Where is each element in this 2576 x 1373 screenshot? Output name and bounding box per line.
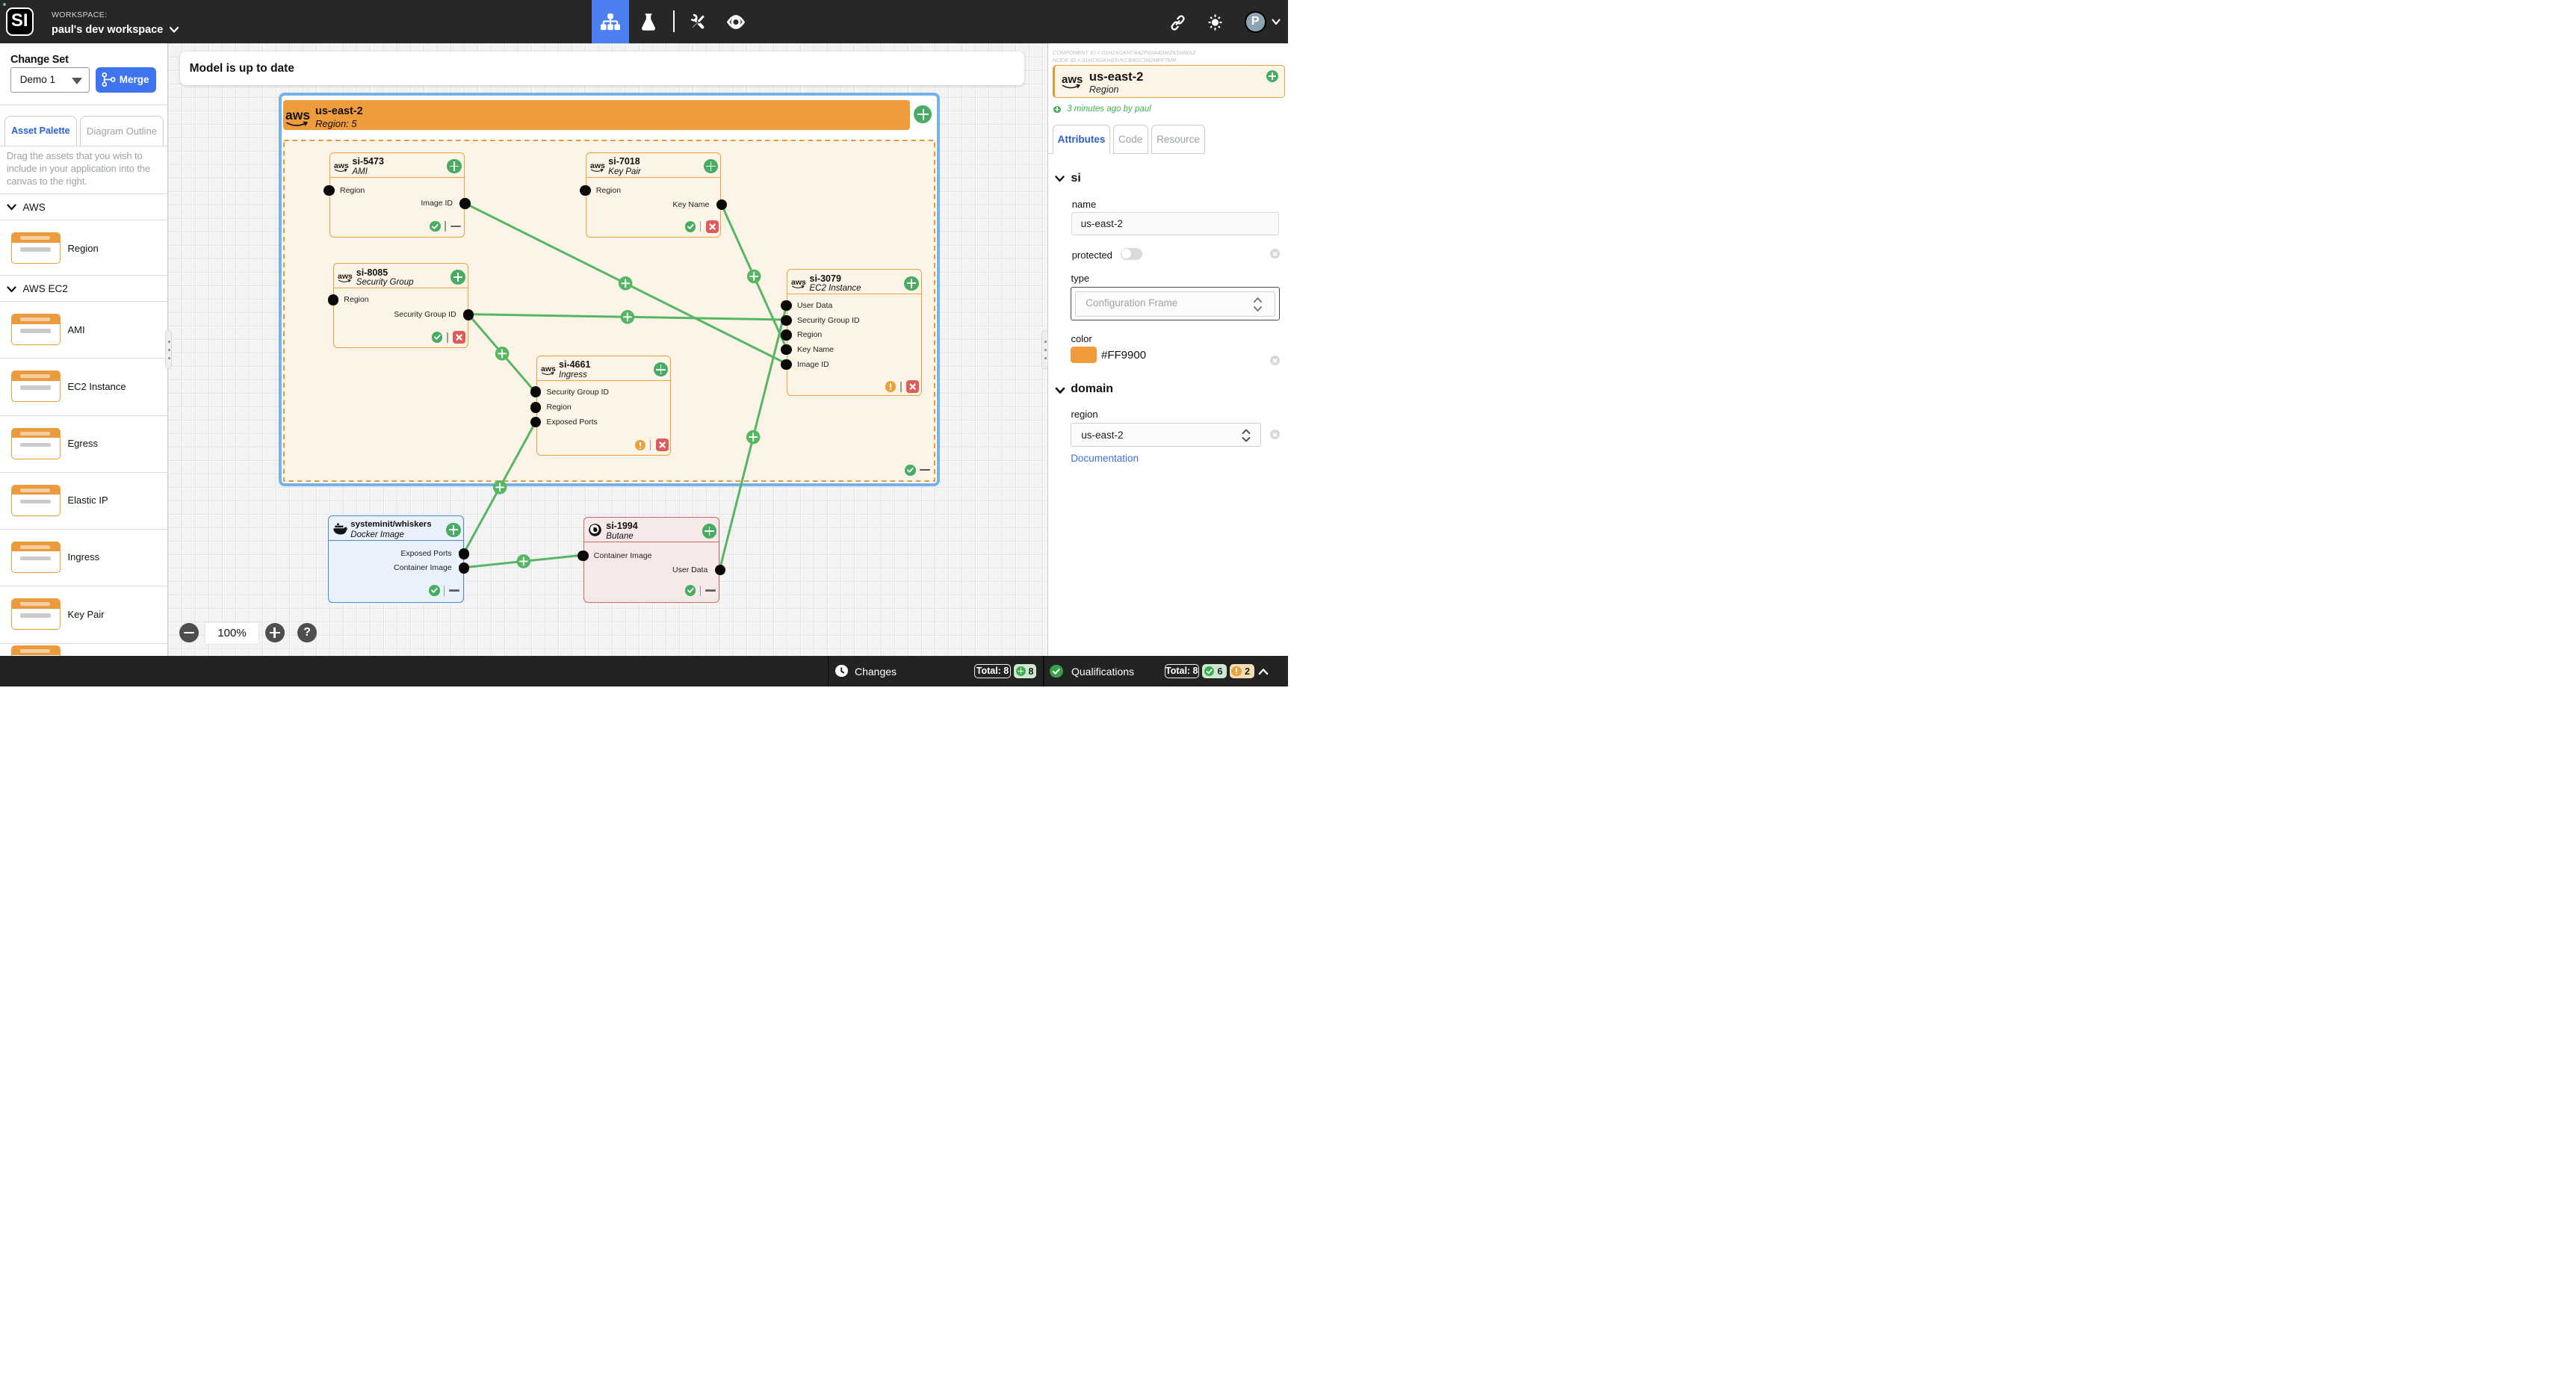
svg-text:aws: aws <box>590 161 605 170</box>
svg-text:aws: aws <box>334 161 349 170</box>
svg-text:aws: aws <box>1062 73 1083 86</box>
svg-text:aws: aws <box>285 108 310 123</box>
svg-text:aws: aws <box>791 278 806 287</box>
svg-text:aws: aws <box>541 365 556 374</box>
svg-text:aws: aws <box>338 272 353 281</box>
